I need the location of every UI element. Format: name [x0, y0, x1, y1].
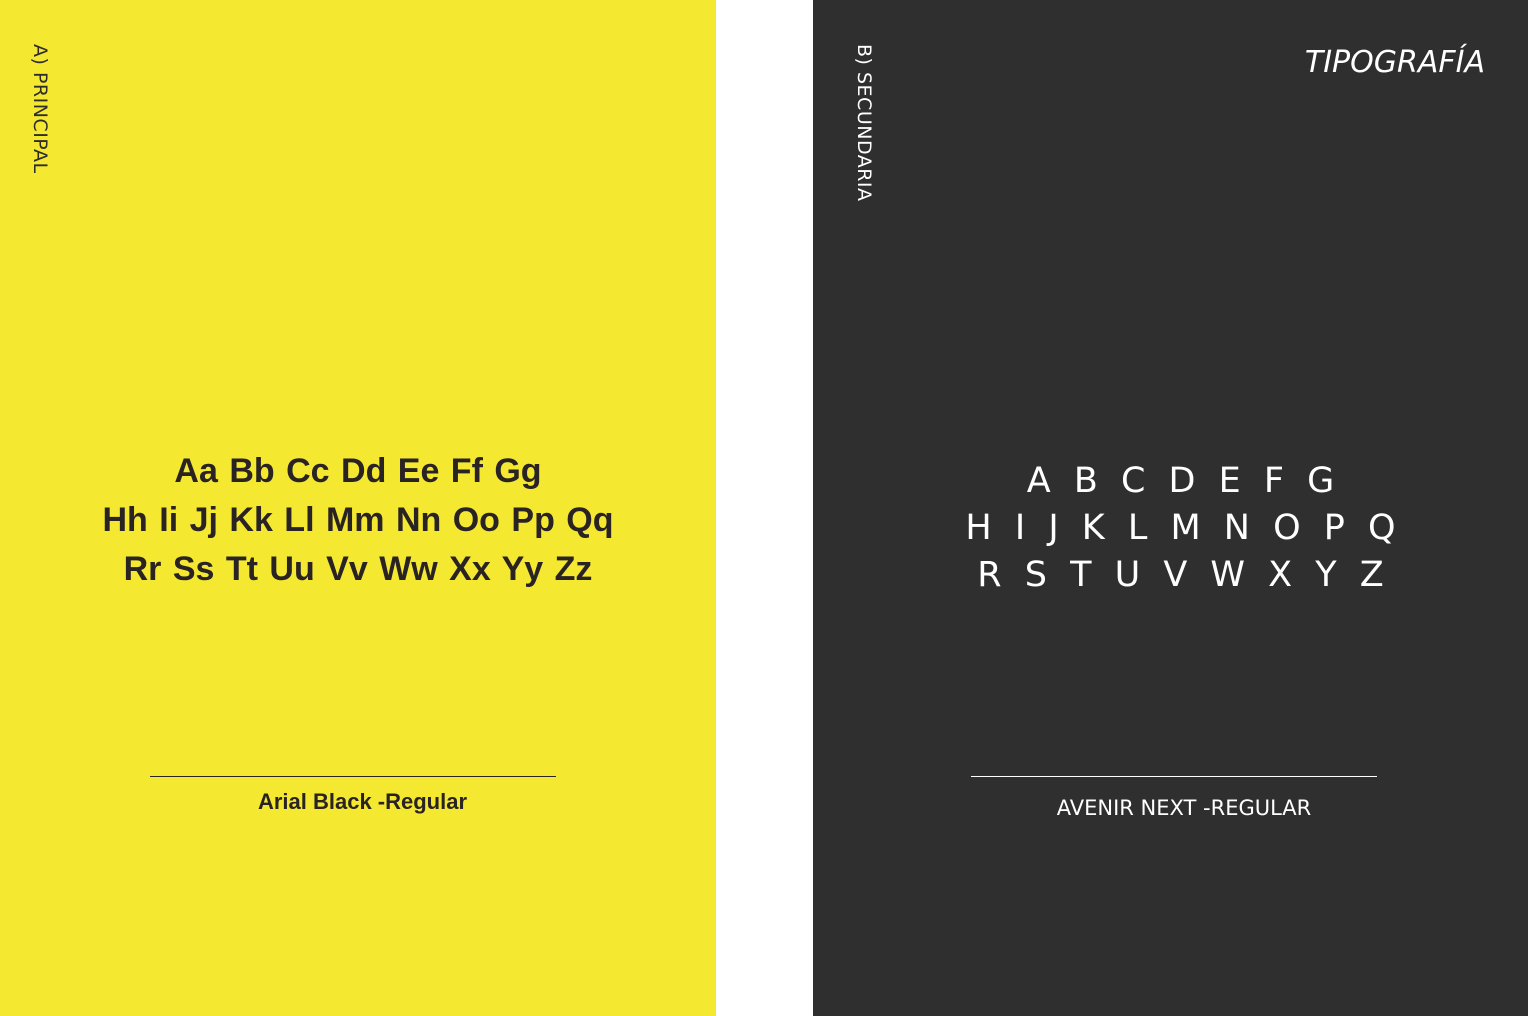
secondary-typeface-panel: B) SECUNDARIA TIPOGRAFÍA A B C D E F G H…: [813, 0, 1528, 1016]
secondary-specimen-line-3: R S T U V W X Y Z: [977, 555, 1390, 595]
primary-specimen-line-3: Rr Ss Tt Uu Vv Ww Xx Yy Zz: [123, 550, 593, 588]
secondary-alphabet-specimen: A B C D E F G H I J K L M N O P Q R S T …: [813, 458, 1528, 599]
secondary-divider: [971, 776, 1377, 777]
secondary-font-name: AVENIR NEXT -REGULAR: [1056, 796, 1312, 820]
secondary-specimen-line-1: A B C D E F G: [1026, 461, 1341, 501]
primary-typeface-panel: A) PRINCIPAL Aa Bb Cc Dd Ee Ff Gg Hh Ii …: [0, 0, 716, 1016]
primary-specimen-line-2: Hh Ii Jj Kk Ll Mm Nn Oo Pp Qq: [102, 501, 614, 539]
primary-divider: [150, 776, 556, 777]
primary-font-name: Arial Black -Regular: [257, 789, 468, 814]
primary-side-label: A) PRINCIPAL: [29, 44, 51, 174]
primary-alphabet-specimen: Aa Bb Cc Dd Ee Ff Gg Hh Ii Jj Kk Ll Mm N…: [0, 447, 716, 594]
section-title: TIPOGRAFÍA: [1304, 45, 1485, 80]
primary-specimen-line-1: Aa Bb Cc Dd Ee Ff Gg: [174, 452, 542, 490]
secondary-side-label: B) SECUNDARIA: [853, 44, 875, 202]
secondary-specimen-line-2: H I J K L M N O P Q: [965, 508, 1402, 548]
